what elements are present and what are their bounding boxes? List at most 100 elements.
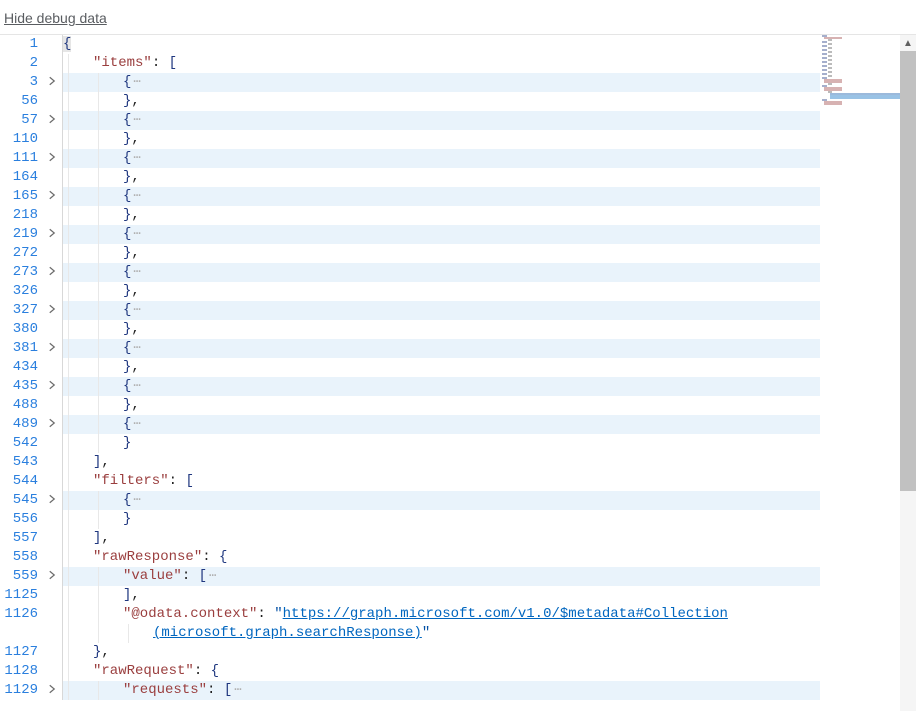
- code-row: 272},: [0, 244, 820, 263]
- minimap-line: [822, 69, 827, 71]
- vertical-scrollbar[interactable]: ▲: [900, 35, 916, 711]
- fold-chevron-icon[interactable]: [42, 339, 62, 358]
- code-content: {⋯: [63, 339, 820, 358]
- minimap-line: [822, 65, 827, 67]
- fold-ellipsis: ⋯: [131, 303, 140, 317]
- minimap-line: [828, 39, 832, 41]
- token-punct: ,: [131, 245, 139, 261]
- scroll-up-arrow[interactable]: ▲: [900, 35, 916, 51]
- code-content: },: [63, 396, 820, 415]
- fold-ellipsis: ⋯: [131, 75, 140, 89]
- code-content: (microsoft.graph.searchResponse)": [63, 624, 820, 643]
- minimap[interactable]: [820, 35, 900, 711]
- minimap-line: [828, 47, 832, 49]
- code-content: {⋯: [63, 73, 820, 92]
- code-content: },: [63, 130, 820, 149]
- minimap-line: [824, 37, 842, 39]
- line-number: 326: [0, 282, 42, 301]
- editor-container: 1{2"items": [3{⋯56},57{⋯110},111{⋯164},1…: [0, 34, 916, 711]
- token-punct: :: [152, 55, 169, 71]
- scroll-thumb[interactable]: [900, 51, 916, 491]
- odata-context-link[interactable]: (microsoft.graph.searchResponse): [153, 625, 422, 641]
- code-row: 380},: [0, 320, 820, 339]
- token-punct: ,: [131, 131, 139, 147]
- line-number: 3: [0, 73, 42, 92]
- fold-ellipsis: ⋯: [131, 151, 140, 165]
- token-punct: ,: [131, 587, 139, 603]
- code-editor[interactable]: 1{2"items": [3{⋯56},57{⋯110},111{⋯164},1…: [0, 35, 820, 711]
- line-number: 1: [0, 35, 42, 54]
- minimap-line: [828, 63, 832, 65]
- fold-ellipsis: ⋯: [131, 341, 140, 355]
- fold-chevron-icon[interactable]: [42, 377, 62, 396]
- code-content: {: [63, 35, 820, 54]
- token-brace: {: [219, 549, 227, 565]
- code-row: 435{⋯: [0, 377, 820, 396]
- code-row: 1128"rawRequest": {: [0, 662, 820, 681]
- minimap-column: ▲: [820, 35, 916, 711]
- code-content: ],: [63, 453, 820, 472]
- code-row: 273{⋯: [0, 263, 820, 282]
- code-row-wrap: (microsoft.graph.searchResponse)": [0, 624, 820, 643]
- code-row: 56},: [0, 92, 820, 111]
- code-row: 2"items": [: [0, 54, 820, 73]
- fold-chevron-icon[interactable]: [42, 301, 62, 320]
- fold-chevron-icon[interactable]: [42, 415, 62, 434]
- token-punct: ,: [131, 207, 139, 223]
- fold-chevron-icon[interactable]: [42, 263, 62, 282]
- code-content: },: [63, 358, 820, 377]
- code-row: 110},: [0, 130, 820, 149]
- code-content: {⋯: [63, 149, 820, 168]
- minimap-line: [824, 81, 842, 83]
- line-number: 327: [0, 301, 42, 320]
- token-punct: ,: [101, 644, 109, 660]
- code-content: {⋯: [63, 415, 820, 434]
- minimap-line: [828, 59, 832, 61]
- code-row: 1126"@odata.context": "https://graph.mic…: [0, 605, 820, 624]
- fold-chevron-icon[interactable]: [42, 149, 62, 168]
- token-punct: :: [169, 473, 186, 489]
- line-number: 111: [0, 149, 42, 168]
- token-punct: :: [202, 549, 219, 565]
- fold-chevron-icon[interactable]: [42, 111, 62, 130]
- code-row: 556}: [0, 510, 820, 529]
- fold-chevron-icon[interactable]: [42, 73, 62, 92]
- line-number: 165: [0, 187, 42, 206]
- token-str: ": [274, 606, 282, 622]
- fold-chevron-icon[interactable]: [42, 491, 62, 510]
- hide-debug-link[interactable]: Hide debug data: [0, 0, 916, 34]
- fold-chevron-icon[interactable]: [42, 187, 62, 206]
- token-key: "value": [123, 568, 182, 584]
- code-row: 557],: [0, 529, 820, 548]
- code-content: {⋯: [63, 111, 820, 130]
- code-content: },: [63, 206, 820, 225]
- minimap-line: [822, 41, 827, 43]
- code-content: },: [63, 643, 820, 662]
- token-key: "rawRequest": [93, 663, 194, 679]
- fold-chevron-icon[interactable]: [42, 681, 62, 700]
- token-punct: ,: [131, 359, 139, 375]
- line-number: 56: [0, 92, 42, 111]
- minimap-line: [822, 49, 827, 51]
- token-punct: ,: [131, 169, 139, 185]
- token-punct: ,: [131, 93, 139, 109]
- minimap-line: [828, 71, 832, 73]
- line-number: 1125: [0, 586, 42, 605]
- token-punct: :: [257, 606, 274, 622]
- fold-chevron-icon[interactable]: [42, 567, 62, 586]
- line-number: 1127: [0, 643, 42, 662]
- code-row: 327{⋯: [0, 301, 820, 320]
- minimap-line: [828, 55, 832, 57]
- code-content: "value": [⋯: [63, 567, 820, 586]
- fold-chevron-icon[interactable]: [42, 225, 62, 244]
- fold-ellipsis: ⋯: [131, 379, 140, 393]
- code-row: 543],: [0, 453, 820, 472]
- token-punct: :: [194, 663, 211, 679]
- line-number: 1126: [0, 605, 42, 624]
- token-key: "rawResponse": [93, 549, 202, 565]
- code-row: 326},: [0, 282, 820, 301]
- code-content: "rawRequest": {: [63, 662, 820, 681]
- odata-context-link[interactable]: https://graph.microsoft.com/v1.0/$metada…: [283, 606, 728, 622]
- code-content: },: [63, 282, 820, 301]
- token-punct: ,: [131, 283, 139, 299]
